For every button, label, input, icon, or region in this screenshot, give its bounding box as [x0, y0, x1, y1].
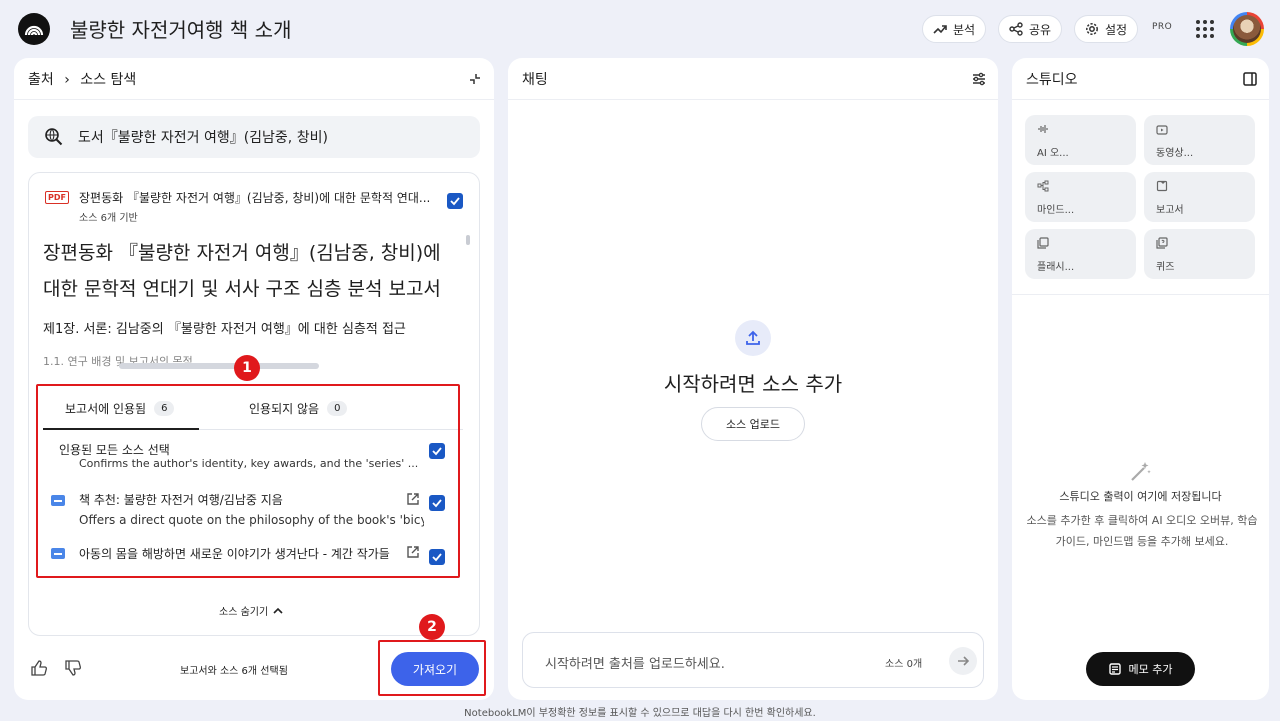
- studio-tile-report[interactable]: 보고서: [1144, 172, 1255, 222]
- send-button[interactable]: [949, 647, 977, 675]
- pdf-icon: PDF: [45, 191, 69, 204]
- logo-icon: [24, 25, 44, 36]
- studio-tile-mindmap[interactable]: 마인드...: [1025, 172, 1136, 222]
- studio-panel-header: 스튜디오: [1012, 58, 1269, 100]
- avatar[interactable]: [1230, 12, 1264, 46]
- source-panel-header: 출처 › 소스 탐색: [14, 58, 494, 100]
- studio-tile-audio[interactable]: AI 오...: [1025, 115, 1136, 165]
- studio-empty-desc: 소스를 추가한 후 클릭하여 AI 오디오 오버뷰, 학습 가이드, 마인드맵 …: [1026, 514, 1258, 548]
- annotation-marker-1: 1: [234, 355, 260, 381]
- pro-badge: PRO: [1152, 22, 1173, 32]
- studio-tile-label: 동영상...: [1156, 148, 1194, 159]
- document-title[interactable]: 장편동화 『불량한 자전거 여행』(김남중, 창비)에 대한 문학적 연대...: [79, 189, 439, 206]
- studio-empty-title: 스튜디오 출력이 여기에 저장됩니다: [1059, 490, 1222, 503]
- chat-empty-heading: 시작하려면 소스 추가: [663, 372, 843, 396]
- annotation-box-1: [36, 384, 460, 578]
- chat-title: 채팅: [522, 71, 548, 88]
- search-globe-icon: [45, 128, 63, 146]
- flashcard-icon: [1037, 237, 1049, 249]
- upload-arrow-icon: [746, 330, 760, 345]
- settings-label: 설정: [1105, 22, 1128, 37]
- magic-wand-icon: [1131, 462, 1151, 481]
- thumbs-down-icon[interactable]: [64, 659, 82, 677]
- notebooklm-logo[interactable]: [18, 13, 50, 45]
- studio-tile-quiz[interactable]: 퀴즈: [1144, 229, 1255, 279]
- report-heading: 장편동화 『불량한 자전거 여행』(김남중, 창비)에 대한 문학적 연대기 및…: [43, 242, 441, 300]
- studio-tile-flashcard[interactable]: 플래시...: [1025, 229, 1136, 279]
- source-count: 소스 0개: [885, 659, 923, 670]
- check-icon: [450, 197, 460, 206]
- hide-sources-label: 소스 숨기기: [219, 607, 269, 618]
- studio-divider: [1012, 294, 1269, 295]
- studio-tile-label: 보고서: [1156, 205, 1184, 216]
- video-icon: [1156, 125, 1168, 135]
- search-query-text: 도서『불량한 자전거 여행』(김남중, 창비): [78, 130, 328, 146]
- arrow-right-icon: [958, 656, 970, 666]
- breadcrumb: 출처 › 소스 탐색: [28, 69, 136, 89]
- chevron-up-icon: [273, 607, 283, 614]
- studio-tile-video[interactable]: 동영상...: [1144, 115, 1255, 165]
- quiz-icon: [1156, 237, 1168, 249]
- chat-input[interactable]: 시작하려면 출처를 업로드하세요. 소스 0개: [522, 632, 984, 688]
- breadcrumb-root[interactable]: 출처: [28, 72, 54, 88]
- share-icon: [1009, 22, 1023, 36]
- notebook-title[interactable]: 불량한 자전거여행 책 소개: [70, 14, 291, 43]
- trend-icon: [933, 25, 947, 34]
- upload-icon: [735, 320, 771, 356]
- selected-count-text: 보고서와 소스 6개 선택됨: [180, 666, 288, 677]
- breadcrumb-chevron-icon: ›: [64, 71, 70, 88]
- report-icon: [1156, 180, 1168, 192]
- document-subtitle: 소스 6개 기반: [79, 213, 138, 224]
- horizontal-scrollbar[interactable]: [119, 363, 319, 369]
- document-checkbox[interactable]: [447, 193, 463, 209]
- studio-panel: 스튜디오 AI 오... 동영상... 마인드... 보고서 플래시... 퀴즈…: [1012, 58, 1269, 700]
- note-icon: [1108, 663, 1121, 675]
- studio-tile-label: 플래시...: [1037, 262, 1075, 273]
- studio-tile-label: AI 오...: [1037, 148, 1069, 159]
- chapter-heading: 제1장. 서론: 김남중의 『불량한 자전거 여행』에 대한 심층적 접근: [43, 322, 406, 337]
- add-memo-label: 메모 추가: [1128, 663, 1173, 676]
- audio-icon: [1038, 125, 1048, 133]
- thumbs-up-icon[interactable]: [30, 659, 48, 677]
- source-search-query[interactable]: 도서『불량한 자전거 여행』(김남중, 창비): [28, 116, 480, 158]
- settings-button[interactable]: 설정: [1074, 15, 1139, 43]
- disclaimer-text: NotebookLM이 부정확한 정보를 표시할 수 있으므로 대답을 다시 한…: [464, 708, 816, 719]
- chat-panel-header: 채팅: [508, 58, 998, 100]
- panel-toggle-icon[interactable]: [1243, 72, 1257, 86]
- studio-tile-label: 마인드...: [1037, 205, 1075, 216]
- chat-input-placeholder: 시작하려면 출처를 업로드하세요.: [545, 657, 725, 672]
- analyze-label: 분석: [953, 22, 976, 37]
- analyze-button[interactable]: 분석: [922, 15, 987, 43]
- apps-grid-icon[interactable]: [1196, 20, 1214, 38]
- source-panel: 출처 › 소스 탐색 도서『불량한 자전거 여행』(김남중, 창비) PDF 장…: [14, 58, 494, 700]
- collapse-icon[interactable]: [468, 72, 482, 86]
- annotation-marker-2: 2: [419, 614, 445, 640]
- mindmap-icon: [1037, 180, 1049, 192]
- breadcrumb-current: 소스 탐색: [80, 71, 137, 88]
- hide-sources-toggle[interactable]: 소스 숨기기: [219, 603, 284, 618]
- gear-icon: [1086, 23, 1098, 35]
- studio-tile-label: 퀴즈: [1156, 262, 1175, 273]
- chat-panel: 채팅 시작하려면 소스 추가 소스 업로드 시작하려면 출처를 업로드하세요. …: [508, 58, 998, 700]
- share-button[interactable]: 공유: [998, 15, 1063, 43]
- studio-title: 스튜디오: [1026, 71, 1078, 88]
- tune-icon[interactable]: [972, 72, 986, 86]
- add-memo-button[interactable]: 메모 추가: [1086, 652, 1195, 686]
- upload-source-button[interactable]: 소스 업로드: [701, 407, 805, 441]
- annotation-box-2: [378, 640, 486, 696]
- share-label: 공유: [1029, 22, 1052, 37]
- top-bar: 불량한 자전거여행 책 소개 분석 공유 설정 PRO: [0, 0, 1280, 56]
- vertical-scrollbar[interactable]: [466, 235, 470, 245]
